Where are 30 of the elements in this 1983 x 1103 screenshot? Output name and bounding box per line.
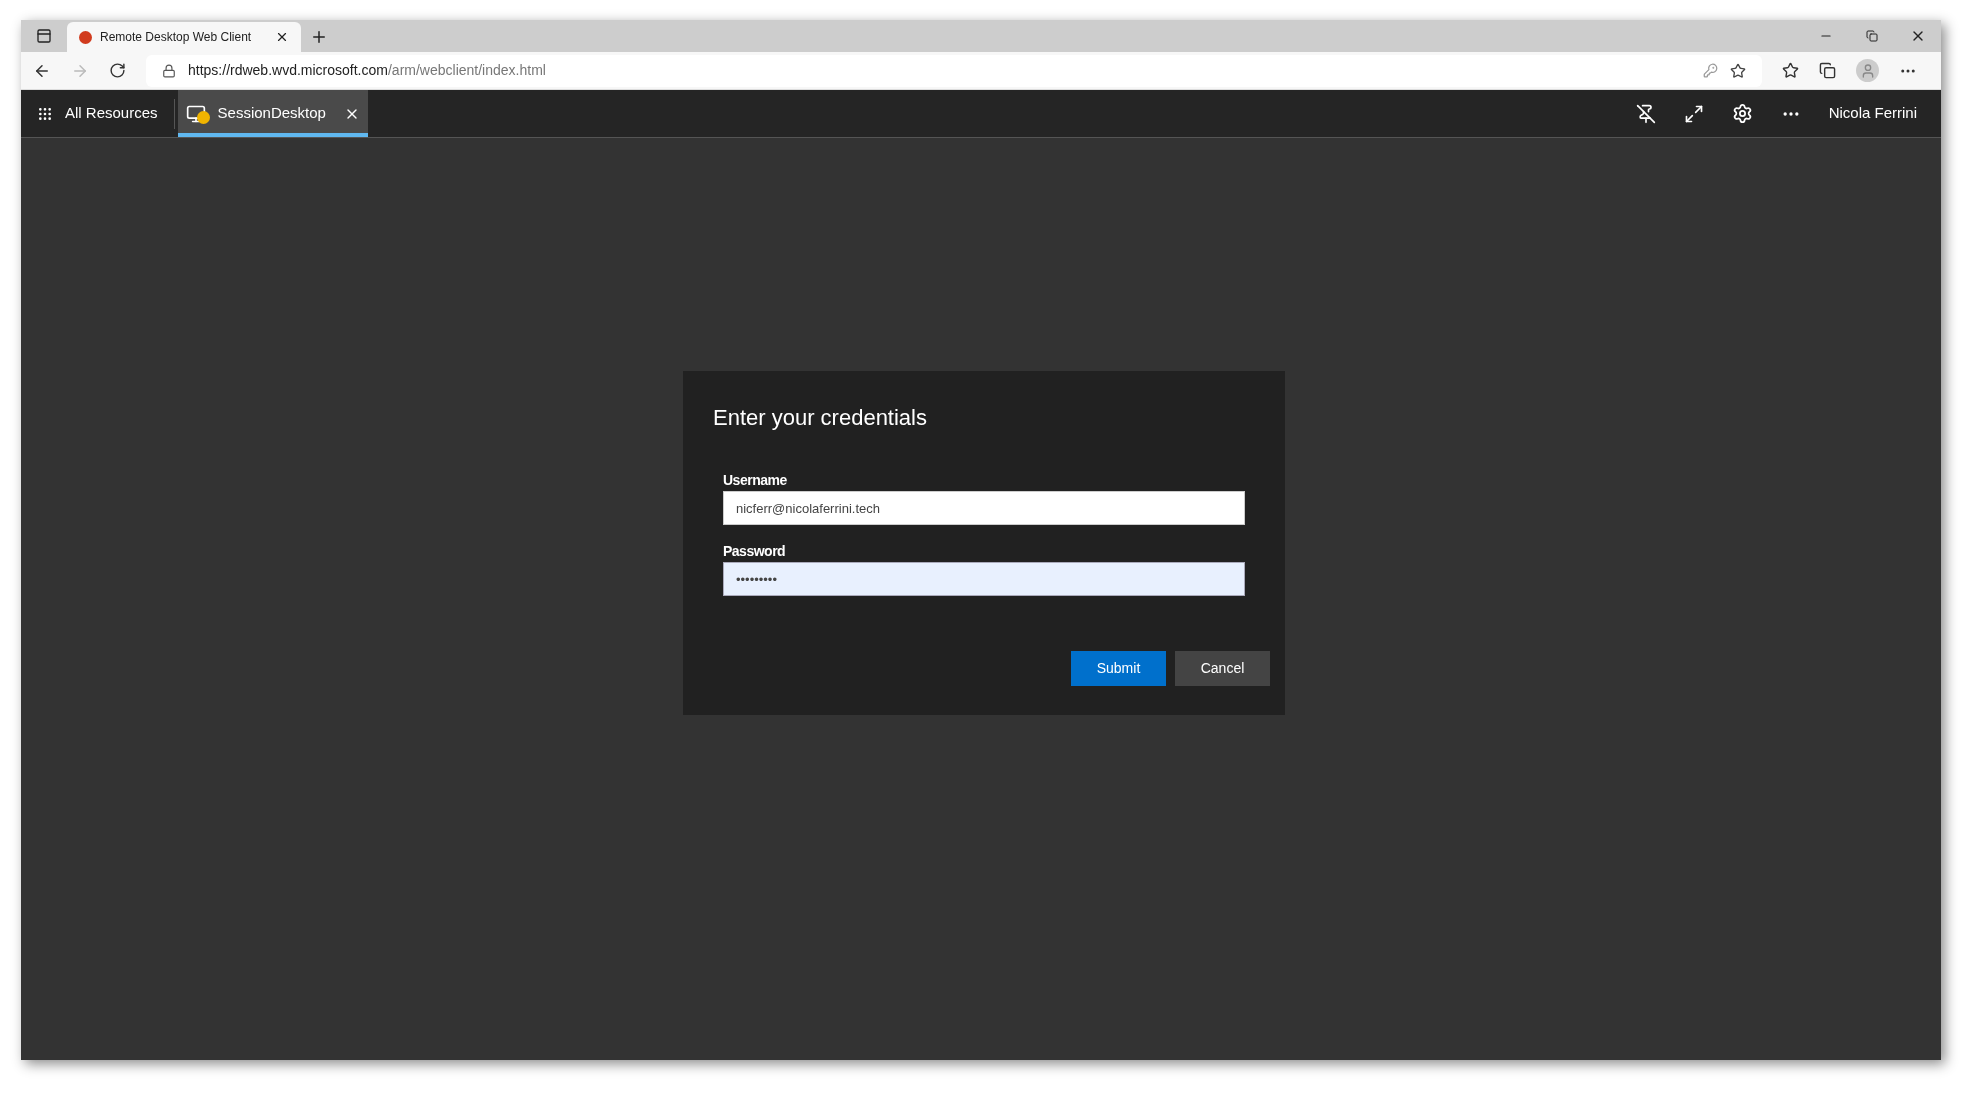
new-tab-icon[interactable]: [310, 28, 328, 46]
collections-icon[interactable]: [1819, 62, 1836, 79]
lock-icon: [162, 63, 176, 78]
session-tab[interactable]: SessionDesktop: [177, 90, 368, 137]
dialog-button[interactable]: Cancel: [1175, 651, 1270, 686]
dialog-title: Enter your credentials: [713, 404, 928, 432]
address-bar[interactable]: https://rdweb.wvd.microsoft.com/arm/webclient/index.html: [146, 54, 1762, 87]
url-text: https://rdweb.wvd.microsoft.com/arm/webclient/index.html: [188, 61, 547, 80]
refresh-icon[interactable]: [109, 62, 126, 79]
dialog-button[interactable]: Submit: [1071, 651, 1166, 686]
all-resources-button[interactable]: All Resources: [21, 90, 174, 137]
tab-title: Remote Desktop Web Client: [100, 29, 253, 46]
profile-avatar-icon[interactable]: [1856, 59, 1879, 82]
favorites-icon[interactable]: [1782, 62, 1799, 79]
unpin-icon[interactable]: [1635, 103, 1656, 124]
tab-actions-icon[interactable]: [36, 28, 52, 44]
field-label: Password: [723, 542, 787, 561]
input-field[interactable]: •••••••••: [723, 562, 1245, 596]
restore-icon[interactable]: [1866, 30, 1878, 42]
key-icon[interactable]: [1703, 63, 1718, 78]
fullscreen-icon[interactable]: [1683, 103, 1704, 124]
field-label: Username: [723, 471, 788, 490]
close-icon[interactable]: [275, 30, 289, 44]
apps-grid-icon: [37, 105, 53, 122]
browser-tab[interactable]: Remote Desktop Web Client: [67, 22, 301, 52]
user-name[interactable]: Nicola Ferrini: [1828, 102, 1917, 125]
settings-icon[interactable]: [1731, 103, 1753, 124]
session-tab-label: SessionDesktop: [217, 103, 327, 124]
desktop-warning-icon: [185, 103, 210, 124]
input-field[interactable]: nicferr@nicolaferrini.tech: [723, 491, 1245, 525]
